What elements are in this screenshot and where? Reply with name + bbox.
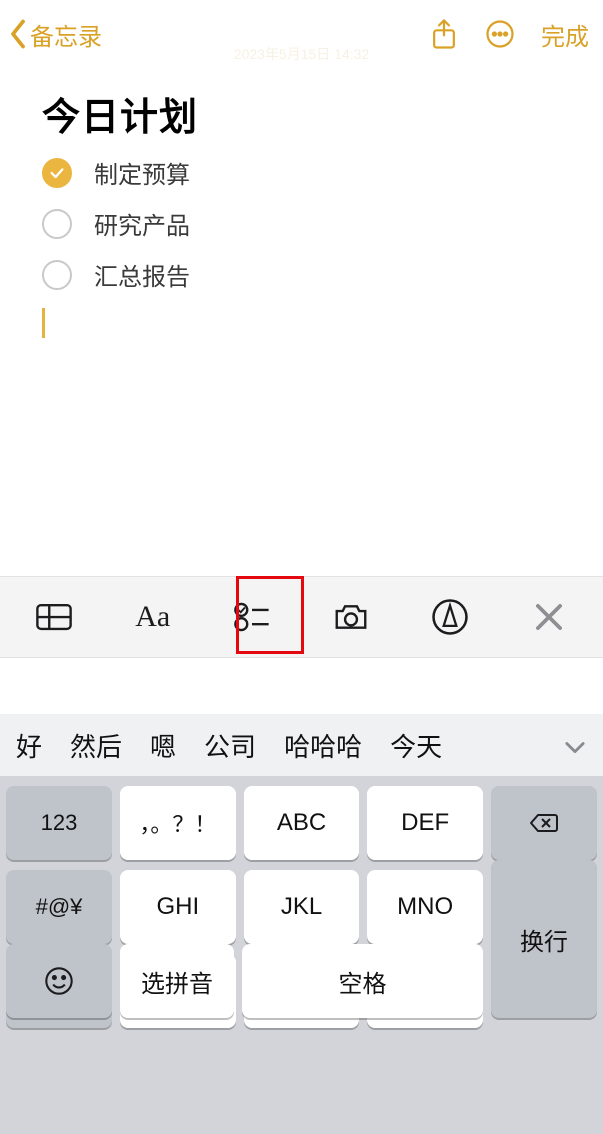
todo-item[interactable]: 制定预算 — [42, 155, 573, 190]
backspace-icon — [529, 808, 559, 838]
key-abc2[interactable]: ABC — [244, 786, 360, 860]
todo-text[interactable]: 汇总报告 — [94, 257, 190, 292]
checkbox-icon[interactable] — [42, 260, 72, 290]
candidate-word[interactable]: 好 — [16, 727, 42, 764]
key-symbols[interactable]: #@¥ — [6, 870, 112, 944]
candidate-word[interactable]: 嗯 — [150, 727, 176, 764]
back-label: 备忘录 — [30, 17, 102, 52]
checklist-icon — [233, 598, 271, 636]
candidate-bar: 好 然后 嗯 公司 哈哈哈 今天 — [0, 714, 603, 776]
text-format-icon: Aa — [135, 600, 170, 634]
candidate-word[interactable]: 哈哈哈 — [284, 727, 362, 764]
markup-icon — [431, 598, 469, 636]
text-format-button[interactable]: Aa — [113, 589, 193, 645]
note-body[interactable]: 今日计划 制定预算 研究产品 汇总报告 — [0, 62, 603, 338]
camera-icon — [332, 598, 370, 636]
close-icon — [530, 598, 568, 636]
candidate-word[interactable]: 公司 — [204, 727, 256, 764]
todo-item[interactable]: 汇总报告 — [42, 257, 573, 292]
note-title[interactable]: 今日计划 — [42, 86, 573, 141]
nav-bar: 备忘录 完成 — [0, 0, 603, 62]
todo-text[interactable]: 研究产品 — [94, 206, 190, 241]
emoji-icon — [44, 966, 74, 996]
table-icon — [35, 598, 73, 636]
camera-button[interactable] — [311, 589, 391, 645]
candidate-word[interactable]: 然后 — [70, 727, 122, 764]
key-emoji[interactable] — [6, 944, 112, 1018]
key-punct[interactable]: ，。？！ — [120, 786, 236, 860]
back-button[interactable]: 备忘录 — [8, 17, 102, 52]
more-icon[interactable] — [485, 18, 515, 50]
todo-item[interactable]: 研究产品 — [42, 206, 573, 241]
key-123[interactable]: 123 — [6, 786, 112, 860]
key-ghi[interactable]: GHI — [120, 870, 236, 944]
done-button[interactable]: 完成 — [541, 17, 589, 52]
todo-text[interactable]: 制定预算 — [94, 155, 190, 190]
markup-button[interactable] — [410, 589, 490, 645]
text-cursor — [42, 308, 45, 338]
keyboard: 123 #@¥ ABC ，。？！ ABC DEF GHI JKL MNO PQR… — [0, 776, 603, 1134]
table-button[interactable] — [14, 589, 94, 645]
key-def[interactable]: DEF — [367, 786, 483, 860]
key-enter[interactable]: 换行 — [491, 860, 597, 1018]
checklist-button[interactable] — [212, 589, 292, 645]
key-pinyin[interactable]: 选拼音 — [120, 944, 234, 1018]
expand-candidates-button[interactable] — [563, 730, 587, 761]
key-space[interactable]: 空格 — [242, 944, 483, 1018]
chevron-left-icon — [8, 19, 28, 49]
candidate-word[interactable]: 今天 — [390, 727, 442, 764]
key-backspace[interactable] — [491, 786, 597, 860]
chevron-down-icon — [563, 740, 587, 754]
key-mno[interactable]: MNO — [367, 870, 483, 944]
dismiss-keyboard-button[interactable] — [509, 589, 589, 645]
format-toolbar: Aa — [0, 576, 603, 658]
share-icon[interactable] — [429, 18, 459, 50]
checkbox-checked-icon[interactable] — [42, 158, 72, 188]
key-jkl[interactable]: JKL — [244, 870, 360, 944]
checkbox-icon[interactable] — [42, 209, 72, 239]
